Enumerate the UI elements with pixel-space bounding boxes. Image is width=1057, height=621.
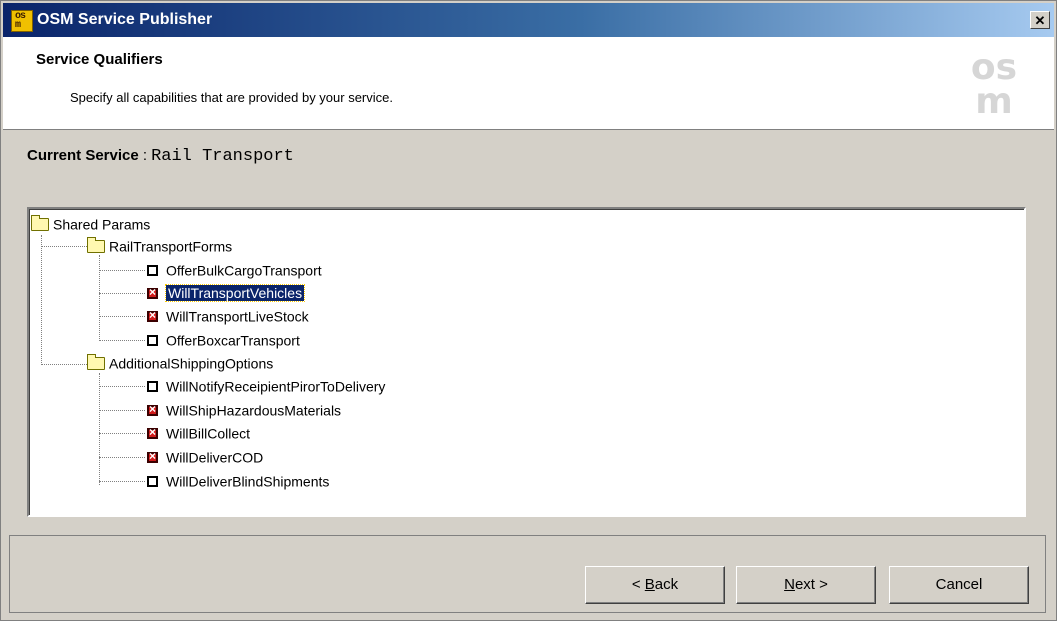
current-service-value: Rail Transport [151,147,294,166]
wizard-header: Service Qualifiers Specify all capabilit… [3,37,1054,130]
tree-group-additionalshippingoptions[interactable]: AdditionalShippingOptions [87,353,274,374]
cancel-button[interactable]: Cancel [889,566,1029,604]
folder-icon [31,214,49,231]
window-title: OSM Service Publisher [37,11,213,28]
checkbox-checked-icon[interactable] [147,402,158,416]
osm-logo-icon: os m [964,47,1024,122]
tree-group-railtransportforms[interactable]: RailTransportForms [87,236,233,257]
tree-item[interactable]: WillShipHazardousMaterials [147,401,341,421]
next-accesskey: N [784,576,795,593]
logo-top: os [970,47,1018,88]
checkbox-checked-icon[interactable] [147,425,158,439]
tree-item[interactable]: WillTransportLiveStock [147,307,309,327]
back-button[interactable]: < Back [585,566,725,604]
next-button[interactable]: Next > [736,566,876,604]
next-label: ext > [794,576,828,593]
logo-bottom: m [975,81,1013,122]
current-service: Current Service : Rail Transport [27,147,294,166]
tree-item[interactable]: WillDeliverBlindShipments [147,472,329,492]
folder-icon [87,236,105,253]
tree-root[interactable]: Shared Params [31,214,151,235]
tree-root-label: Shared Params [53,216,151,233]
close-button[interactable]: ✕ [1030,11,1050,29]
folder-icon [87,353,105,370]
tree-item-label: WillNotifyReceipientPirorToDelivery [166,378,386,395]
tree-item[interactable]: WillDeliverCOD [147,448,263,468]
back-label: ack [654,576,679,593]
tree-item[interactable]: WillBillCollect [147,424,250,444]
back-accesskey: B [644,576,655,593]
tree-item-label: WillShipHazardousMaterials [166,402,342,419]
tree-item-label: WillDeliverCOD [166,449,264,466]
tree-item-label: WillBillCollect [166,425,251,442]
current-service-separator: : [138,147,148,164]
tree-item-label: WillTransportLiveStock [166,308,309,325]
current-service-label: Current Service [27,147,139,164]
checkbox-checked-icon[interactable] [147,285,158,299]
checkbox-checked-icon[interactable] [147,449,158,463]
checkbox-checked-icon[interactable] [147,308,158,322]
app-icon: os m [11,10,33,32]
checkbox-unchecked-icon[interactable] [147,475,158,487]
tree-item-selected[interactable]: WillTransportVehicles [147,284,306,304]
back-prefix: < [631,576,645,593]
title-bar[interactable]: os m OSM Service Publisher ✕ [3,3,1054,37]
tree-item-label: WillDeliverBlindShipments [166,473,330,490]
tree-group-label: RailTransportForms [109,238,233,255]
tree-item[interactable]: OfferBulkCargoTransport [147,261,322,281]
checkbox-unchecked-icon[interactable] [147,334,158,346]
tree-item-label: WillTransportVehicles [164,284,306,303]
page-title: Service Qualifiers [36,51,163,68]
wizard-window: os m OSM Service Publisher ✕ Service Qual… [0,0,1057,621]
tree-item-label: OfferBoxcarTransport [166,332,300,349]
tree-group-label: AdditionalShippingOptions [109,355,274,372]
tree-item[interactable]: OfferBoxcarTransport [147,331,300,351]
checkbox-unchecked-icon[interactable] [147,264,158,276]
checkbox-unchecked-icon[interactable] [147,380,158,392]
tree-item[interactable]: WillNotifyReceipientPirorToDelivery [147,377,385,397]
page-subtitle: Specify all capabilities that are provid… [70,90,393,105]
tree-item-label: OfferBulkCargoTransport [166,262,322,279]
qualifier-tree[interactable]: Shared Params RailTransportForms OfferBu… [27,207,1026,517]
